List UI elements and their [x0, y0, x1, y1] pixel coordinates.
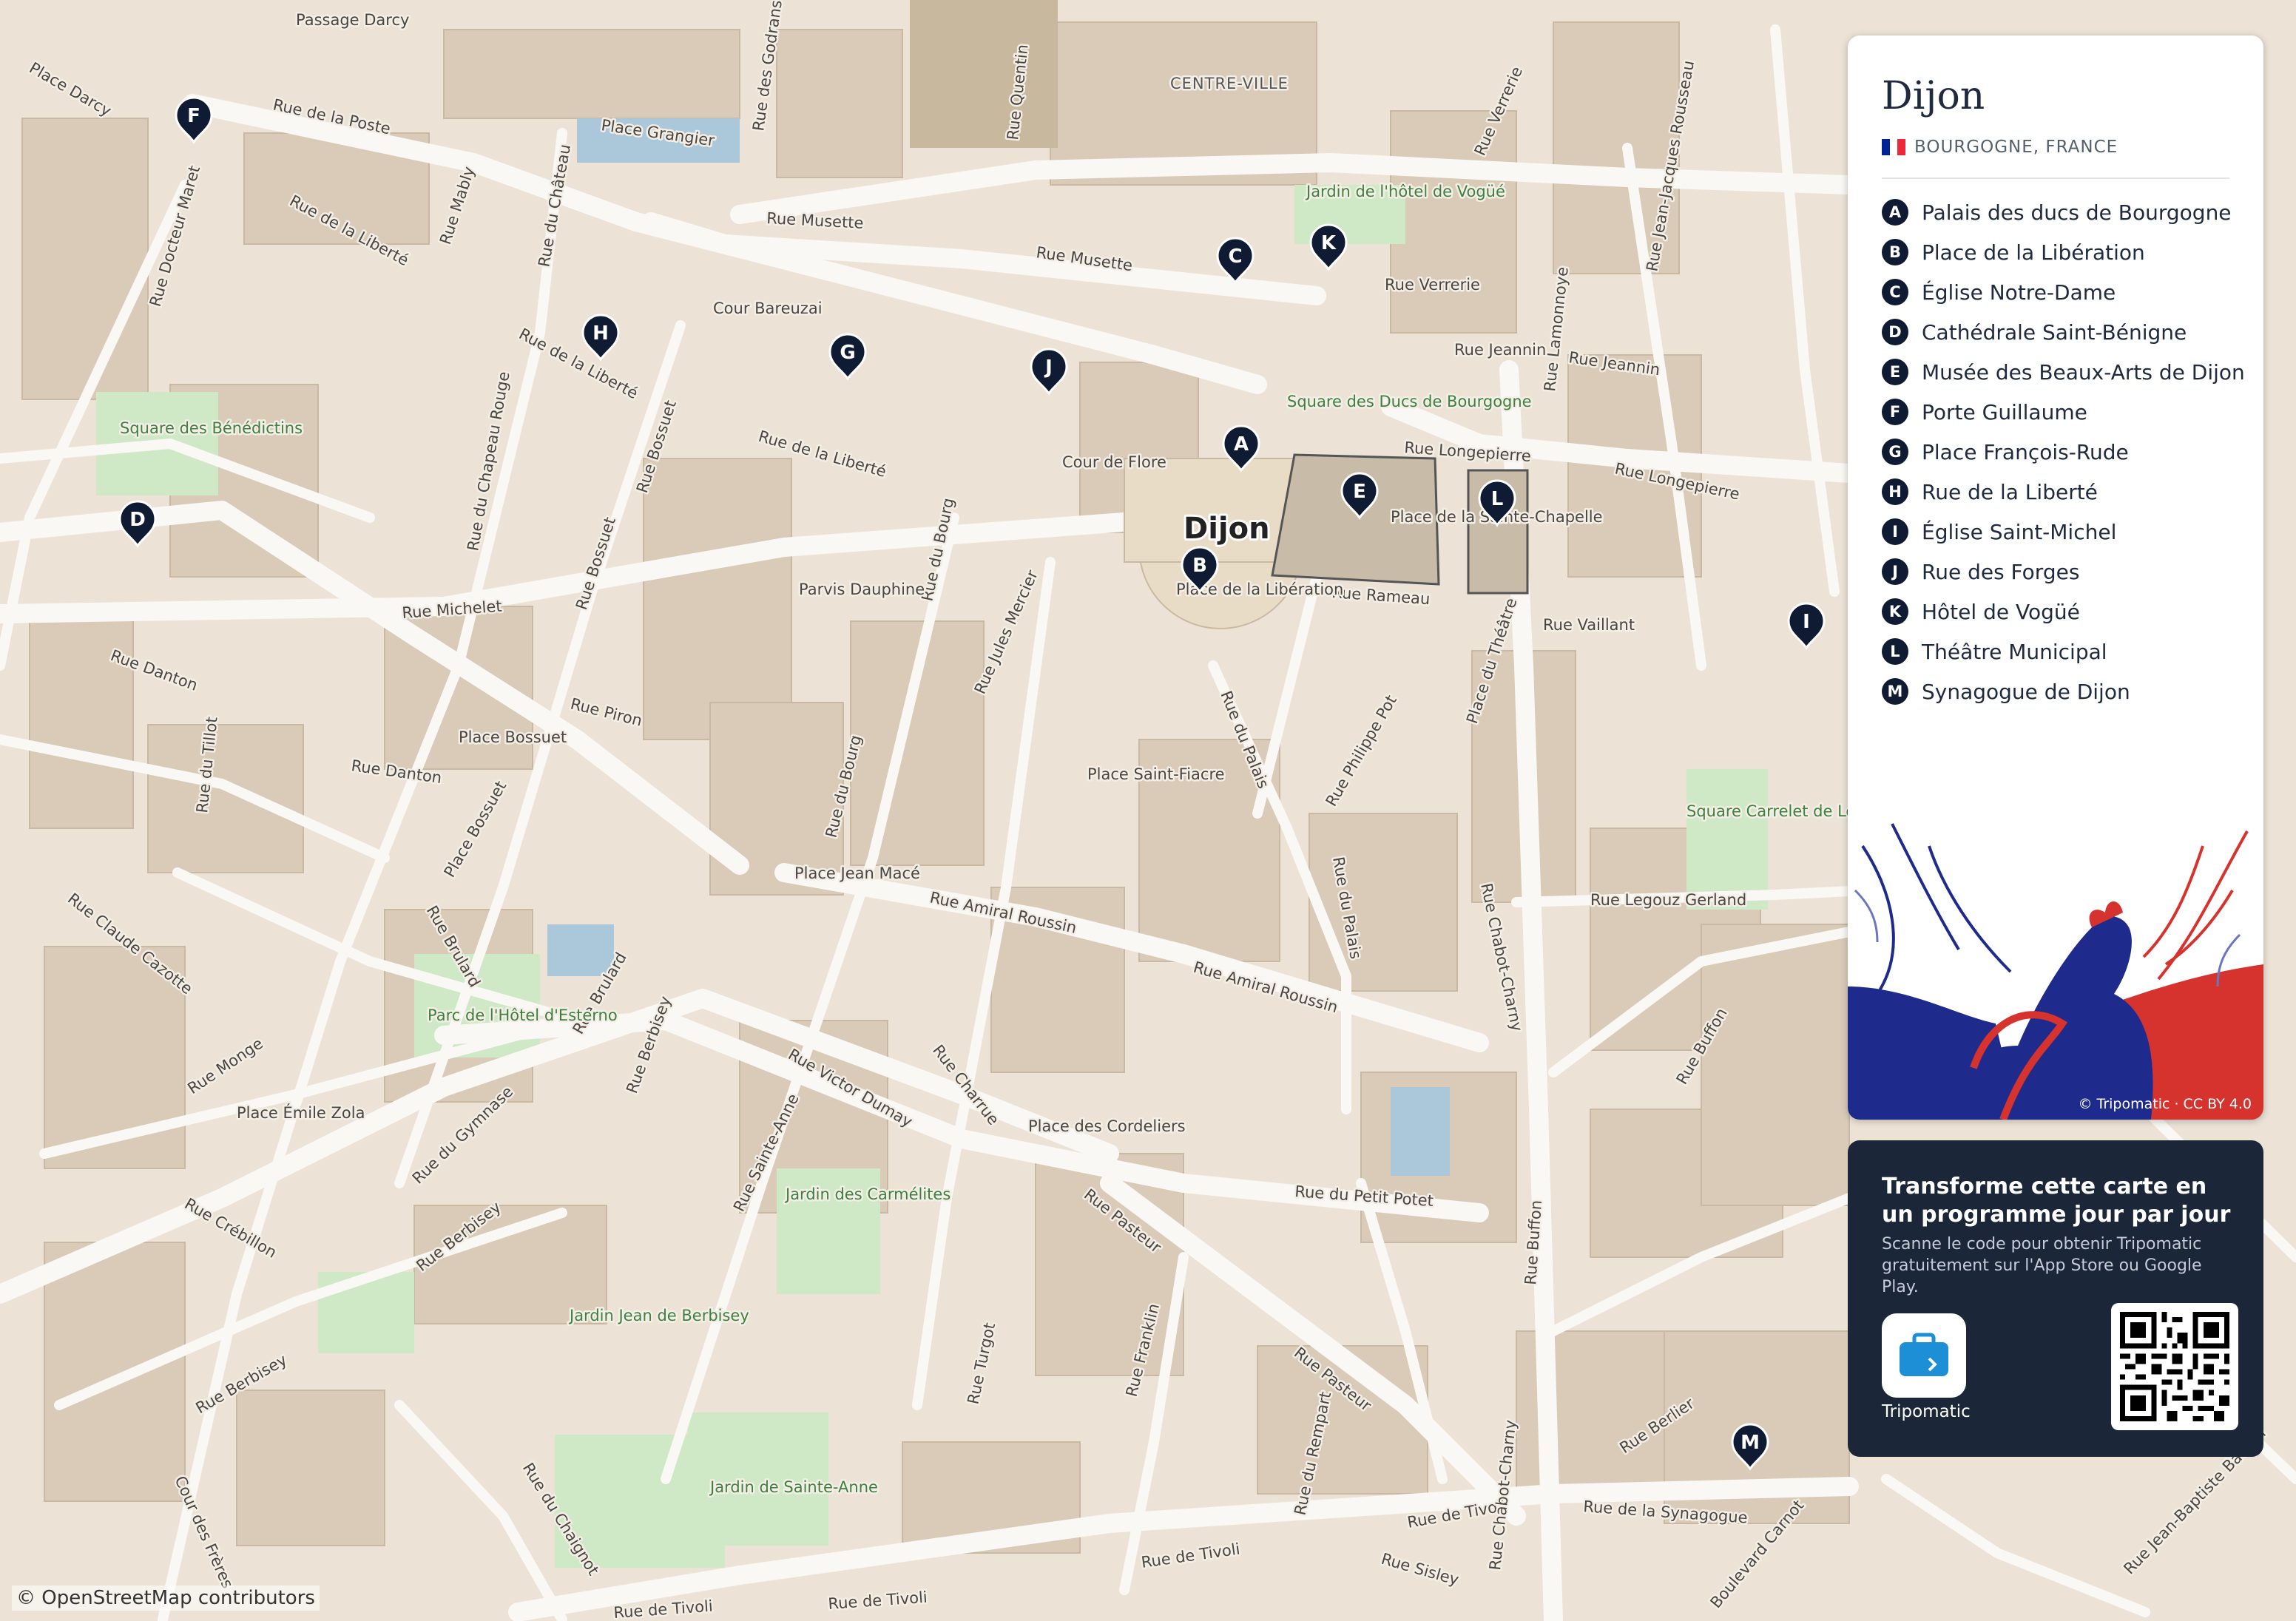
poi-item[interactable]: K Hôtel de Vogüé: [1882, 592, 2245, 632]
poi-list: A Palais des ducs de Bourgogne B Place de …: [1882, 192, 2245, 711]
promo-title: Transforme cette carte en un programme j…: [1882, 1174, 2231, 1228]
city-title: Dijon: [1882, 74, 1985, 118]
park-label: Parc de l'Hôtel d'Esterno: [428, 1006, 618, 1024]
svg-text:L: L: [1491, 488, 1504, 510]
svg-text:H: H: [592, 322, 609, 345]
poi-name: Église Notre-Dame: [1922, 280, 2116, 305]
district-label: CENTRE-VILLE: [1170, 75, 1289, 92]
park-label: Jardin de l'hôtel de Vogüé: [1305, 183, 1505, 200]
street-label: Rue Jeannin: [1454, 341, 1546, 359]
poi-badge: F: [1882, 399, 1908, 425]
svg-text:D: D: [129, 509, 146, 531]
poi-item[interactable]: I Église Saint-Michel: [1882, 512, 2245, 552]
poi-badge: A: [1882, 199, 1908, 226]
poi-item[interactable]: G Place François-Rude: [1882, 432, 2245, 472]
poi-item[interactable]: B Place de la Libération: [1882, 232, 2245, 272]
legend-panel: Dijon BOURGOGNE, FRANCE A Palais des ducs…: [1848, 35, 2263, 1120]
promo-text: Scanne le code pour obtenir Tripomatic g…: [1882, 1235, 2202, 1296]
svg-text:G: G: [840, 342, 855, 364]
street-label: Place des Cordeliers: [1028, 1117, 1186, 1135]
poi-item[interactable]: H Rue de la Liberté: [1882, 472, 2245, 512]
svg-text:K: K: [1321, 232, 1337, 254]
poi-name: Rue des Forges: [1922, 559, 2080, 584]
poi-item[interactable]: L Théâtre Municipal: [1882, 632, 2245, 671]
poi-item[interactable]: M Synagogue de Dijon: [1882, 671, 2245, 711]
poi-name: Cathédrale Saint-Bénigne: [1922, 319, 2187, 345]
street-label: Passage Darcy: [296, 11, 409, 29]
poi-name: Théâtre Municipal: [1922, 639, 2107, 664]
poi-badge: M: [1882, 678, 1908, 705]
poi-item[interactable]: J Rue des Forges: [1882, 552, 2245, 592]
poi-name: Rue de la Liberté: [1922, 479, 2098, 504]
poi-badge: D: [1882, 319, 1908, 345]
city-label: Dijon: [1184, 512, 1270, 546]
poi-name: Musée des Beaux-Arts de Dijon: [1922, 359, 2245, 385]
poi-item[interactable]: A Palais des ducs de Bourgogne: [1882, 192, 2245, 232]
street-label: Rue Vaillant: [1543, 616, 1635, 634]
region-line: BOURGOGNE, FRANCE: [1882, 138, 2118, 157]
park-label: Jardin Jean de Berbisey: [568, 1307, 749, 1324]
street-label: Cour Bareuzai: [713, 300, 823, 317]
poi-badge: J: [1882, 558, 1908, 585]
poi-item[interactable]: F Porte Guillaume: [1882, 392, 2245, 432]
poi-name: Palais des ducs de Bourgogne: [1922, 200, 2232, 225]
svg-text:M: M: [1740, 1432, 1760, 1454]
rooster-illustration: [1848, 823, 2263, 1120]
poi-name: Hôtel de Vogüé: [1922, 599, 2080, 624]
poi-badge: C: [1882, 279, 1908, 305]
poi-badge: L: [1882, 638, 1908, 665]
poi-badge: G: [1882, 439, 1908, 465]
street-label: Place Émile Zola: [237, 1103, 365, 1122]
park-label: Jardin de Sainte-Anne: [709, 1478, 878, 1496]
svg-text:J: J: [1044, 356, 1053, 379]
poi-badge: K: [1882, 598, 1908, 625]
park-label: Jardin des Carmélites: [784, 1185, 951, 1203]
region-label: BOURGOGNE, FRANCE: [1914, 138, 2118, 157]
promo-panel: Transforme cette carte en un programme j…: [1848, 1140, 2263, 1457]
svg-text:I: I: [1803, 611, 1810, 633]
art-credit: © Tripomatic · CC BY 4.0: [2078, 1096, 2252, 1112]
french-flag-icon: [1882, 139, 1906, 155]
poi-name: Synagogue de Dijon: [1922, 679, 2130, 704]
tripomatic-app-icon[interactable]: [1882, 1313, 1966, 1398]
svg-text:F: F: [187, 105, 200, 127]
poi-name: Église Saint-Michel: [1922, 519, 2117, 544]
street-label: Place Jean Macé: [794, 864, 920, 882]
poi-name: Porte Guillaume: [1922, 399, 2087, 424]
poi-item[interactable]: C Église Notre-Dame: [1882, 272, 2245, 312]
svg-text:E: E: [1353, 481, 1366, 503]
poi-name: Place François-Rude: [1922, 439, 2129, 464]
street-label: Rue Legouz Gerland: [1590, 891, 1746, 909]
park-label: Square des Ducs de Bourgogne: [1287, 393, 1532, 410]
poi-name: Place de la Libération: [1922, 240, 2145, 265]
park-label: Square des Bénédictins: [120, 419, 303, 437]
street-label: Cour de Flore: [1062, 453, 1166, 471]
street-label: Parvis Dauphine: [799, 581, 925, 598]
poi-badge: I: [1882, 518, 1908, 545]
poi-item[interactable]: D Cathédrale Saint-Bénigne: [1882, 312, 2245, 352]
qr-code[interactable]: [2111, 1303, 2238, 1430]
poi-badge: H: [1882, 478, 1908, 505]
poi-badge: B: [1882, 239, 1908, 265]
poi-badge: E: [1882, 359, 1908, 385]
svg-text:C: C: [1228, 246, 1242, 268]
svg-text:A: A: [1234, 433, 1249, 456]
divider: [1882, 177, 2229, 179]
street-label: Rue Verrerie: [1385, 276, 1480, 294]
poi-item[interactable]: E Musée des Beaux-Arts de Dijon: [1882, 352, 2245, 392]
osm-attribution[interactable]: © OpenStreetMap contributors: [12, 1586, 320, 1611]
svg-text:B: B: [1192, 555, 1207, 577]
street-label: Place Saint-Fiacre: [1087, 765, 1225, 783]
app-name: Tripomatic: [1882, 1402, 1971, 1421]
street-label: Place Bossuet: [459, 728, 567, 746]
